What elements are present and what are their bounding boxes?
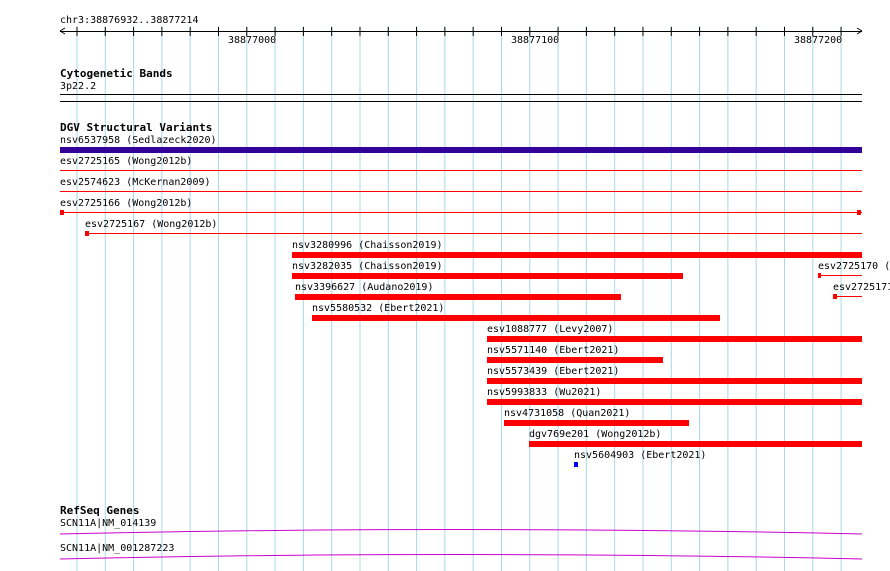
ruler-tick-label: 38877200: [794, 35, 843, 46]
variant-label: esv1088777 (Levy2007): [487, 324, 614, 335]
variant-bar[interactable]: [487, 336, 862, 342]
variant-label: nsv5604903 (Ebert2021): [574, 450, 707, 461]
variant-label: esv2725165 (Wong2012b): [60, 156, 193, 167]
variant-bar[interactable]: [292, 273, 683, 279]
cytoband-label: 3p22.2: [60, 81, 97, 92]
genome-browser-view: chr3:38876932..38877214 38877000 3887710…: [0, 0, 890, 571]
variant-label: esv2725166 (Wong2012b): [60, 198, 193, 209]
variant-label: nsv5571140 (Ebert2021): [487, 345, 620, 356]
ruler-axis: [60, 31, 862, 32]
variant-bar[interactable]: [487, 357, 663, 363]
variant-bar[interactable]: [818, 275, 862, 276]
variant-label: esv2574623 (McKernan2009): [60, 177, 211, 188]
variant-bar[interactable]: [292, 252, 862, 258]
variant-bar[interactable]: [504, 420, 689, 426]
variant-end-cap: [60, 210, 64, 215]
variant-bar[interactable]: [295, 294, 621, 300]
variant-bar[interactable]: [487, 378, 862, 384]
variant-bar[interactable]: [85, 233, 862, 234]
variant-bar[interactable]: [574, 462, 578, 467]
variant-label: nsv5573439 (Ebert2021): [487, 366, 620, 377]
variant-label: nsv5993833 (Wu2021): [487, 387, 602, 398]
variant-end-cap: [85, 231, 89, 236]
variant-label: nsv3282035 (Chaisson2019): [292, 261, 443, 272]
variant-end-cap: [833, 294, 837, 299]
variant-bar[interactable]: [529, 441, 862, 447]
track-title-cytoband: Cytogenetic Bands: [60, 67, 173, 80]
region-label: chr3:38876932..38877214: [60, 15, 199, 26]
variant-label: nsv3280996 (Chaisson2019): [292, 240, 443, 251]
variant-label: esv2725167 (Wong2012b): [85, 219, 218, 230]
variant-end-cap: [857, 210, 861, 215]
variant-label: nsv4731058 (Quan2021): [504, 408, 631, 419]
ruler-tick-label: 38877000: [228, 35, 277, 46]
variant-end-cap: [818, 273, 821, 278]
variant-label: esv2725170 (: [818, 261, 890, 272]
variant-bar[interactable]: [60, 170, 862, 171]
variant-bar[interactable]: [487, 399, 862, 405]
variant-bar[interactable]: [312, 315, 720, 321]
track-gridlines: [59, 26, 863, 571]
track-title-dgv: DGV Structural Variants: [60, 121, 213, 134]
variant-label: esv2725171: [833, 282, 890, 293]
variant-bar[interactable]: [833, 296, 862, 297]
ruler-tick-label: 38877100: [511, 35, 560, 46]
variant-label: nsv6537958 (Sedlazeck2020): [60, 135, 217, 146]
variant-label: dgv769e201 (Wong2012b): [529, 429, 662, 440]
variant-label: nsv3396627 (Audano2019): [295, 282, 434, 293]
track-title-refseq: RefSeq Genes: [60, 504, 140, 517]
variant-bar[interactable]: [60, 191, 862, 192]
gene-label: SCN11A|NM_014139: [60, 518, 157, 529]
cytoband-outline-bottom: [60, 101, 862, 102]
variant-bar[interactable]: [60, 212, 862, 213]
gene-label: SCN11A|NM_001287223: [60, 543, 175, 554]
variant-label: nsv5580532 (Ebert2021): [312, 303, 445, 314]
variant-bar[interactable]: [60, 147, 862, 153]
cytoband-outline-top: [60, 94, 862, 95]
